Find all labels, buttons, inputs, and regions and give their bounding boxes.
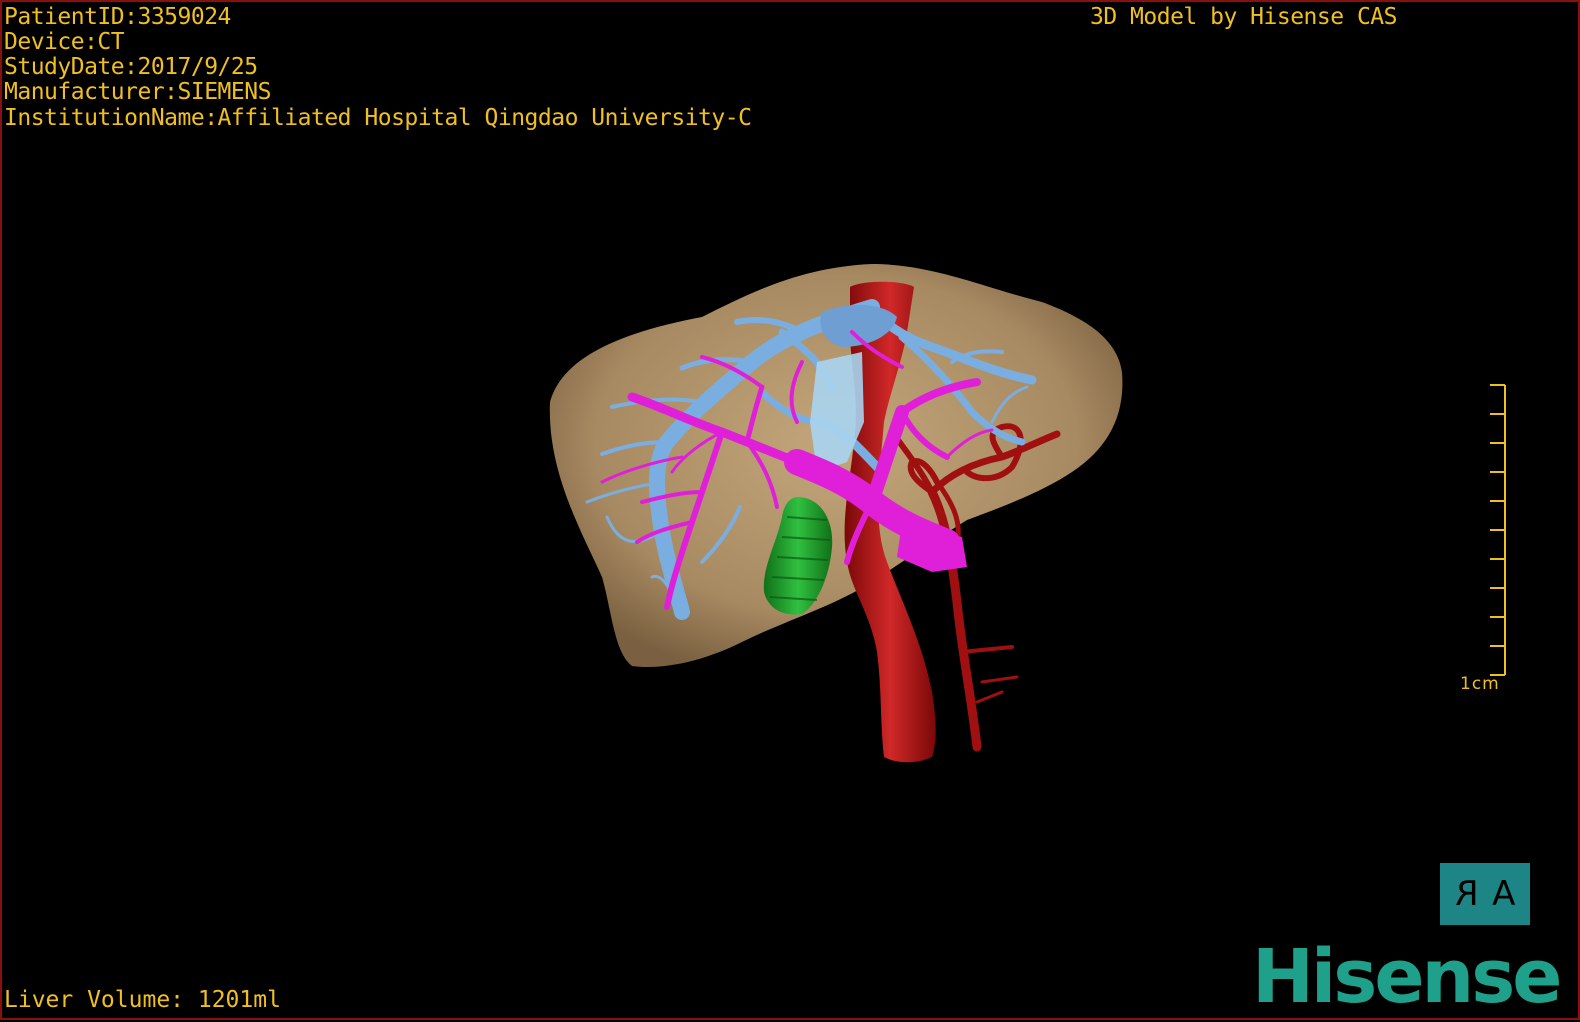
3d-viewport[interactable]: PatientID:3359024 Device:CT StudyDate:20… <box>0 0 1580 1020</box>
orientation-anterior-glyph: A <box>1492 874 1516 914</box>
hisense-logo: Hisense <box>1252 934 1562 1020</box>
study-date-label: StudyDate:2017/9/25 <box>4 54 258 80</box>
liver-volume-label: Liver Volume: 1201ml <box>4 987 281 1013</box>
institution-label: InstitutionName:Affiliated Hospital Qing… <box>4 105 752 131</box>
manufacturer-label: Manufacturer:SIEMENS <box>4 79 271 105</box>
orientation-right-glyph: R <box>1454 874 1479 914</box>
scale-bar <box>1490 384 1506 676</box>
device-label: Device:CT <box>4 29 125 55</box>
orientation-cube[interactable]: R A <box>1440 863 1530 925</box>
patient-id-label: PatientID:3359024 <box>4 4 231 30</box>
header-title: 3D Model by Hisense CAS <box>1090 4 1398 30</box>
liver-3d-model[interactable] <box>2 2 1580 1022</box>
scale-bar-label: 1cm <box>1460 674 1500 694</box>
